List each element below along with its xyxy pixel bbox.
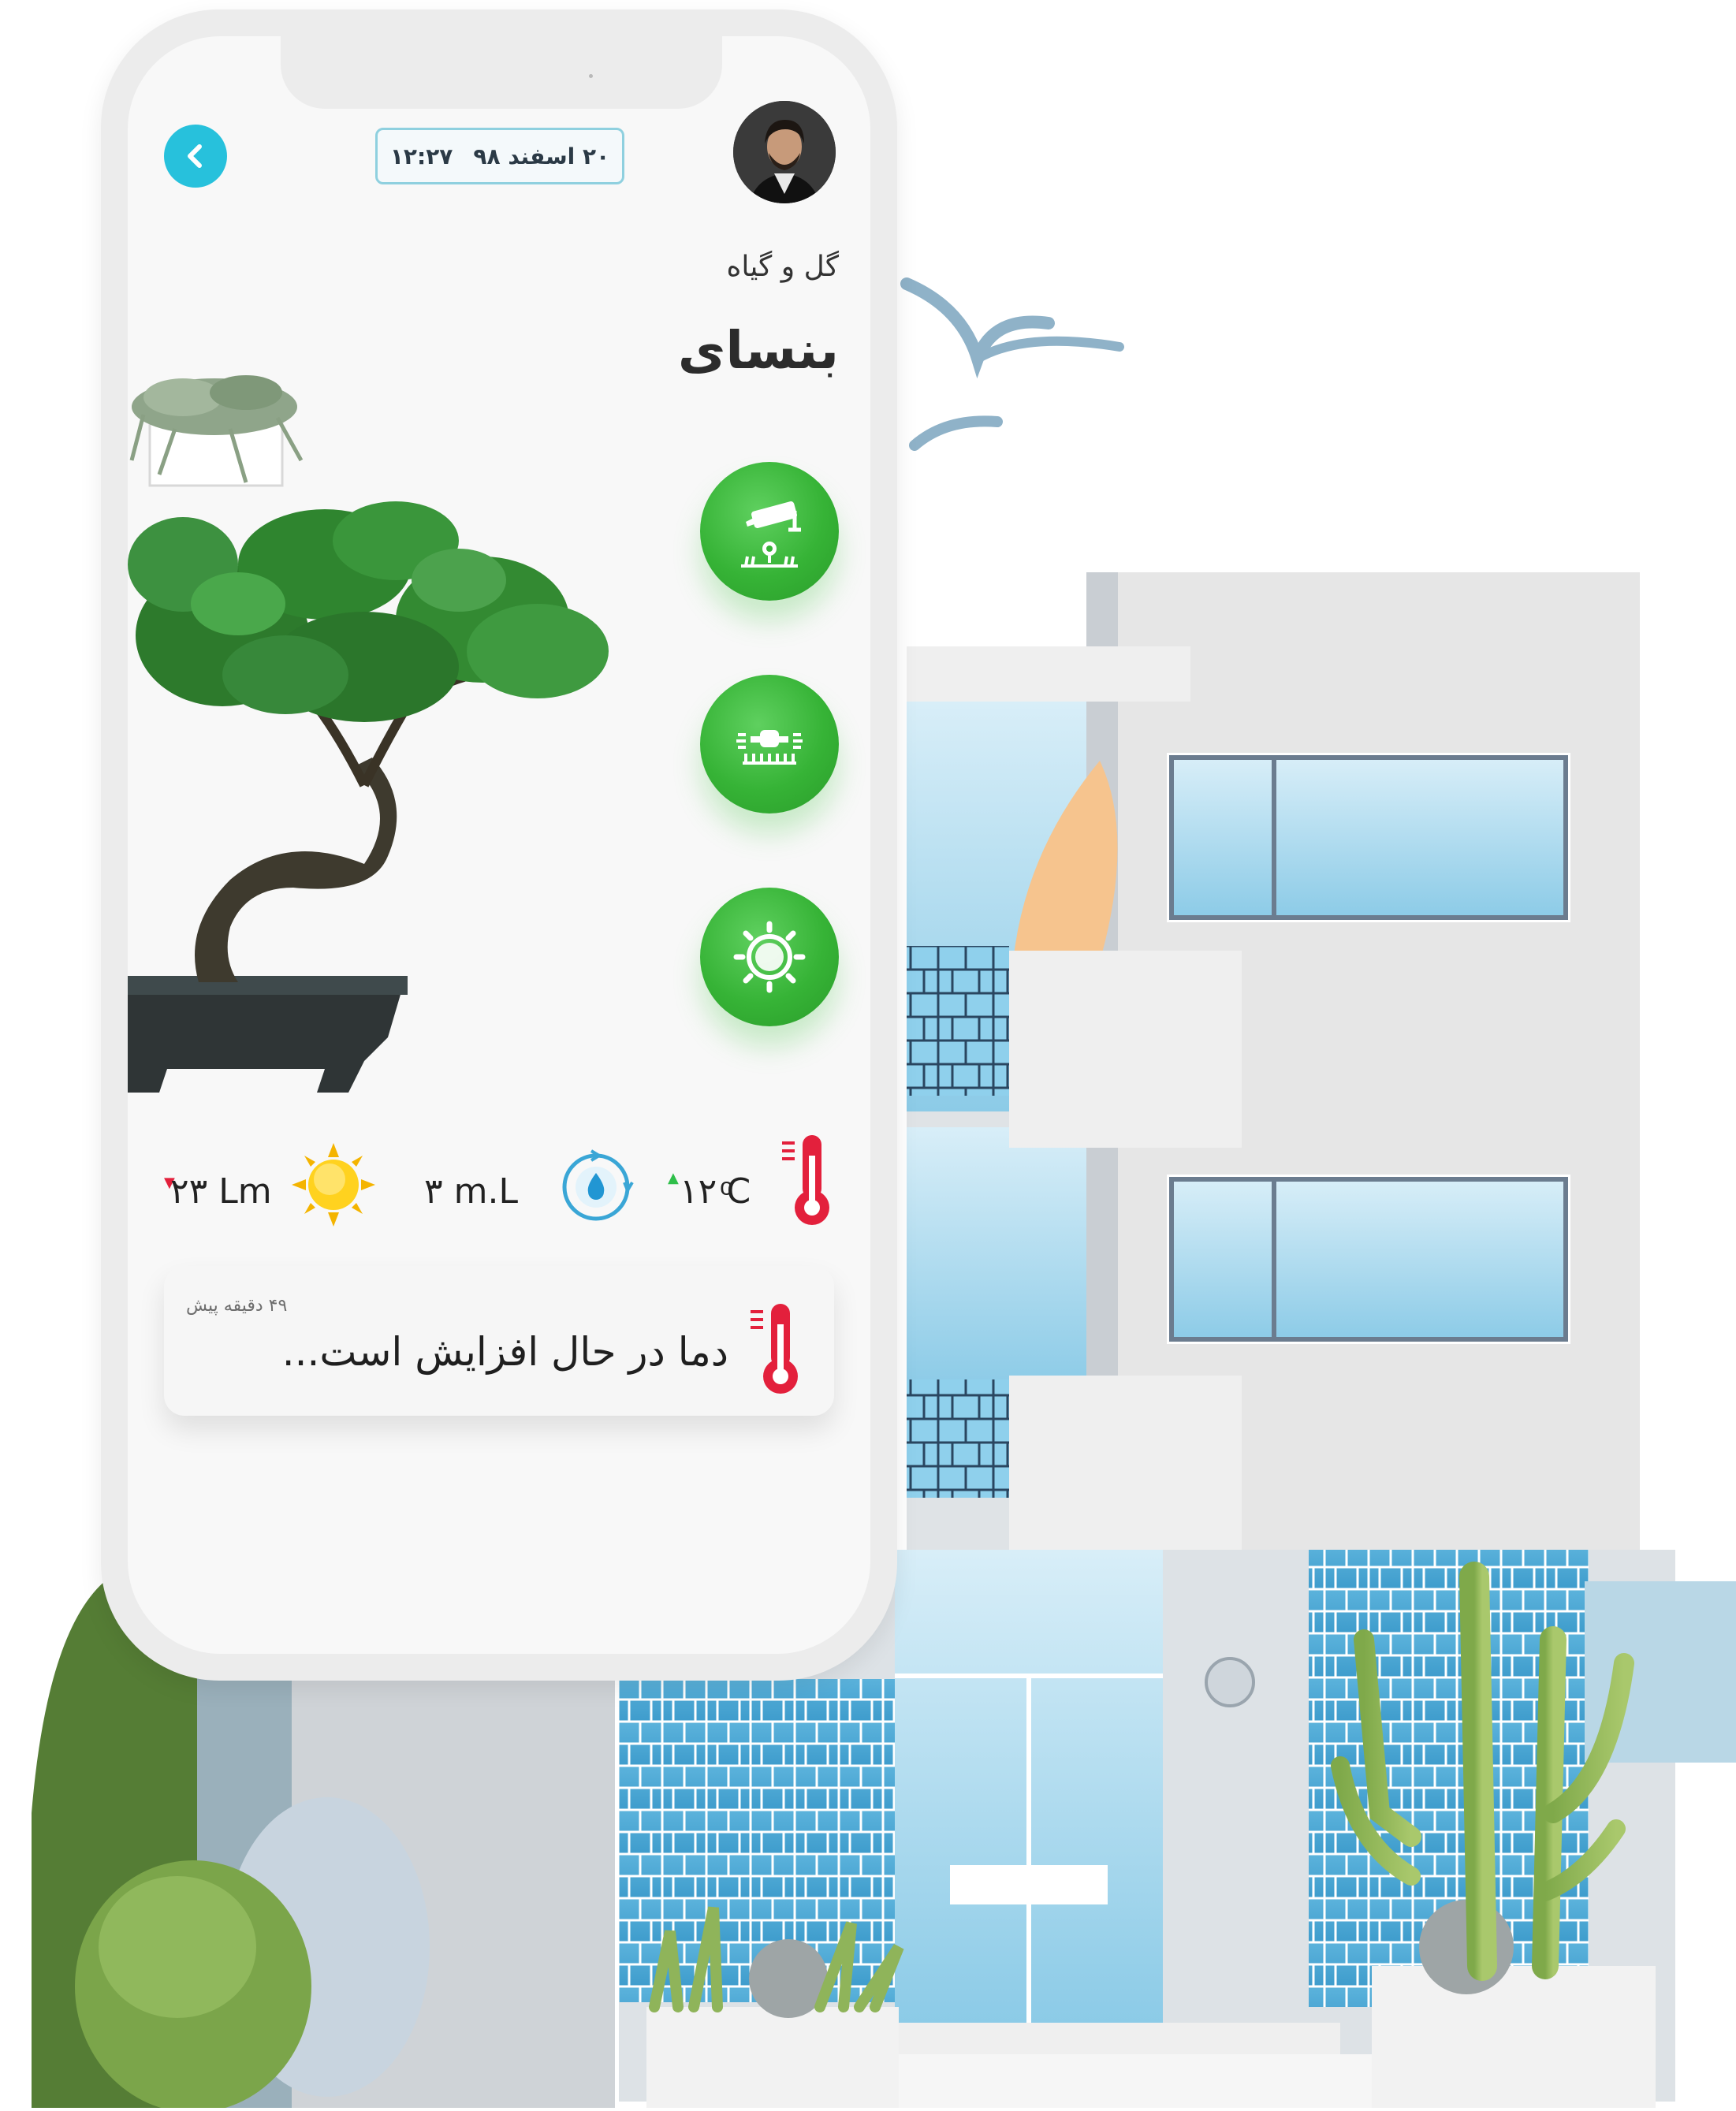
phone-notch (281, 36, 722, 109)
phone-speaker (589, 74, 593, 78)
date-time-display: ۲۰ اسفند ۹۸ ۱۲:۲۷ (375, 128, 624, 184)
sensor-stats-row: ▲ ۱۲ ͦC ۳ m.L ▼ ۲۳ Lm (128, 1132, 870, 1234)
thermometer-icon (782, 1135, 829, 1225)
camera-action-button[interactable] (700, 462, 839, 601)
water-cycle-icon (562, 1149, 634, 1221)
chevron-left-icon (188, 144, 202, 168)
thermometer-icon (751, 1304, 798, 1394)
plant-category: گل و گیاه (726, 251, 839, 283)
irrigation-action-button[interactable] (700, 675, 839, 813)
temperature-trend-icon: ▲ (668, 1170, 679, 1186)
notification-card[interactable]: ۴۹ دقیقه پیش دما در حال افزایش است... (164, 1266, 834, 1416)
user-avatar-photo (733, 101, 836, 203)
time-text: ۱۲:۲۷ (389, 143, 453, 169)
avatar[interactable] (733, 101, 836, 203)
water-value: ۳ m.L (424, 1171, 518, 1212)
phone-mockup: ۲۰ اسفند ۹۸ ۱۲:۲۷ گل و گیاه بنسای ▲ ۱۲ ͦ… (101, 9, 897, 1681)
light-action-button[interactable] (700, 888, 839, 1026)
sun-icon (292, 1143, 375, 1227)
plant-thumbnail-image[interactable] (128, 342, 317, 508)
temperature-value: ۱۲ ͦC (680, 1171, 751, 1212)
notification-time: ۴۹ دقیقه پیش (186, 1296, 288, 1316)
date-text: ۲۰ اسفند ۹۸ (473, 143, 610, 169)
back-button[interactable] (164, 125, 227, 188)
light-value: ۲۳ Lm (170, 1171, 272, 1212)
app-screen: ۲۰ اسفند ۹۸ ۱۲:۲۷ گل و گیاه بنسای ▲ ۱۲ ͦ… (128, 36, 870, 1654)
camera-flower-icon (741, 501, 801, 568)
plant-title: بنسای (677, 320, 839, 381)
sun-icon (733, 921, 806, 993)
bonsai-image (128, 501, 609, 1093)
notification-message: دما در حال افزایش است... (281, 1329, 728, 1375)
sprinkler-icon (736, 730, 803, 765)
